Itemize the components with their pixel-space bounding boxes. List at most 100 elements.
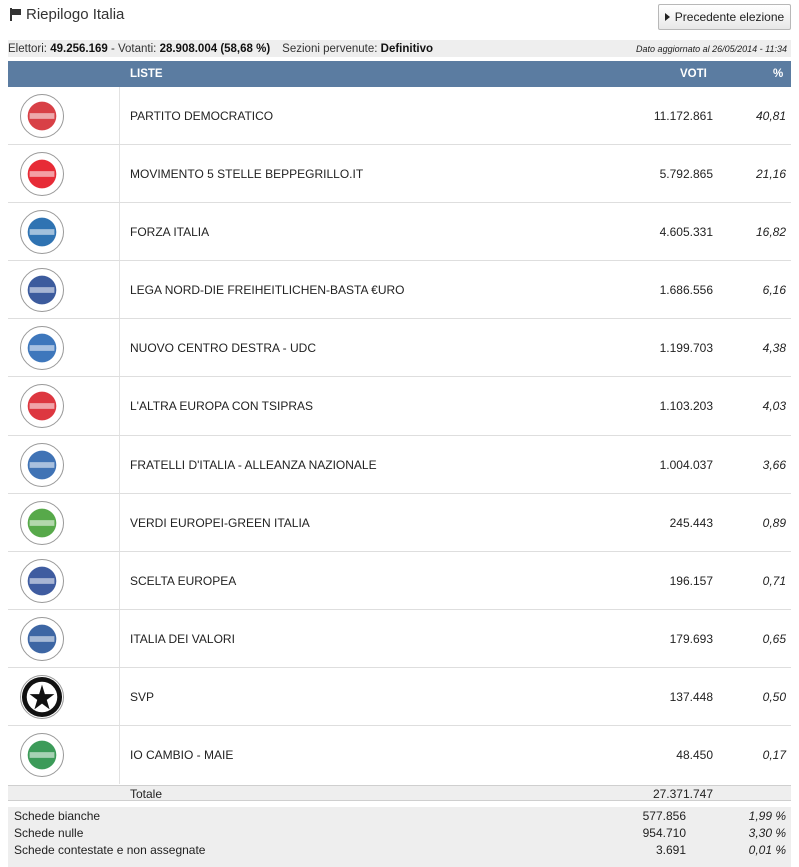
table-row: PARTITO DEMOCRATICO 11.172.861 40,81 bbox=[8, 87, 791, 146]
scelta-europea-logo bbox=[20, 558, 64, 603]
forza-italia-logo bbox=[20, 210, 64, 255]
results-table-body: PARTITO DEMOCRATICO 11.172.861 40,81 MOVIME… bbox=[8, 87, 791, 785]
ballot-stat-value: 577.856 bbox=[642, 809, 686, 823]
logo-cell bbox=[8, 203, 120, 261]
ncd-udc-logo bbox=[20, 326, 64, 371]
party-votes: 11.172.861 bbox=[653, 109, 713, 123]
summary-info-bar: Elettori: 49.256.169 - Votanti: 28.908.0… bbox=[8, 40, 791, 57]
ballot-stat-value: 954.710 bbox=[642, 826, 686, 840]
party-percentage: 3,66 bbox=[762, 457, 786, 472]
total-label: Totale bbox=[130, 787, 163, 801]
party-votes: 1.004.037 bbox=[659, 457, 713, 472]
party-name: PARTITO DEMOCRATICO bbox=[130, 109, 274, 123]
logo-cell bbox=[8, 667, 120, 726]
total-votes: 27.371.747 bbox=[652, 787, 713, 801]
col-header-liste: LISTE bbox=[130, 68, 163, 80]
party-votes: 245.443 bbox=[669, 515, 713, 530]
logo-cell bbox=[8, 493, 120, 551]
m5s-logo bbox=[20, 152, 64, 197]
ballot-stat-row: Schede bianche 577.856 1,99 % bbox=[8, 807, 791, 824]
party-votes: 1.686.556 bbox=[659, 283, 713, 298]
party-percentage: 0,71 bbox=[762, 573, 786, 588]
party-percentage: 21,16 bbox=[755, 167, 786, 182]
ballot-stat-pct: 1,99 % bbox=[748, 809, 786, 823]
party-name: IO CAMBIO - MAIE bbox=[130, 748, 234, 763]
col-header-pct: % bbox=[773, 68, 784, 80]
table-row: NUOVO CENTRO DESTRA - UDC 1.199.703 4,38 bbox=[8, 319, 791, 378]
party-name: FORZA ITALIA bbox=[130, 225, 210, 240]
party-percentage: 0,65 bbox=[762, 631, 786, 646]
ballot-stat-row: Schede contestate e non assegnate 3.691 0,… bbox=[8, 841, 791, 858]
party-percentage: 40,81 bbox=[755, 109, 786, 123]
table-row: MOVIMENTO 5 STELLE BEPPEGRILLO.IT 5.792.8… bbox=[8, 145, 791, 204]
party-percentage: 6,16 bbox=[762, 283, 786, 298]
ballot-stat-label: Schede bianche bbox=[14, 809, 101, 823]
table-row: FORZA ITALIA 4.605.331 16,82 bbox=[8, 203, 791, 262]
verdi-logo bbox=[20, 500, 64, 545]
logo-cell bbox=[8, 261, 120, 319]
table-row: SCELTA EUROPEA 196.157 0,71 bbox=[8, 551, 791, 610]
logo-cell bbox=[8, 87, 120, 145]
votanti-label: - Votanti: bbox=[110, 42, 157, 55]
logo-cell bbox=[8, 377, 120, 435]
lega-nord-logo bbox=[20, 268, 64, 313]
party-name: SVP bbox=[130, 689, 155, 704]
table-row: SVP 137.448 0,50 bbox=[8, 667, 791, 727]
party-percentage: 4,38 bbox=[762, 341, 786, 356]
tsipras-logo bbox=[20, 384, 64, 429]
party-name: FRATELLI D'ITALIA - ALLEANZA NAZIONALE bbox=[130, 457, 377, 472]
party-name: MOVIMENTO 5 STELLE BEPPEGRILLO.IT bbox=[130, 167, 364, 182]
party-votes: 196.157 bbox=[669, 573, 713, 588]
party-votes: 179.693 bbox=[669, 631, 713, 646]
table-row: L'ALTRA EUROPA CON TSIPRAS 1.103.203 4,03 bbox=[8, 377, 791, 436]
svp-logo bbox=[20, 674, 64, 719]
party-votes: 1.199.703 bbox=[659, 341, 713, 356]
col-header-voti: VOTI bbox=[680, 68, 707, 80]
party-name: LEGA NORD-DIE FREIHEITLICHEN-BASTA €URO bbox=[130, 283, 405, 298]
party-name: NUOVO CENTRO DESTRA - UDC bbox=[130, 341, 317, 356]
table-row: ITALIA DEI VALORI 179.693 0,65 bbox=[8, 609, 791, 668]
results-table-header: LISTE VOTI % bbox=[8, 61, 791, 87]
ballot-stat-label: Schede nulle bbox=[14, 826, 84, 840]
party-name: VERDI EUROPEI-GREEN ITALIA bbox=[130, 515, 310, 530]
total-row: Totale 27.371.747 bbox=[8, 785, 791, 801]
party-percentage: 16,82 bbox=[755, 225, 786, 240]
last-updated: Dato aggiornato al 26/05/2014 - 11:34 bbox=[636, 43, 787, 54]
ballot-stat-pct: 3,30 % bbox=[748, 826, 786, 840]
previous-election-button[interactable]: Precedente elezione bbox=[658, 4, 791, 30]
fratelli-italia-logo bbox=[20, 442, 64, 487]
table-row: VERDI EUROPEI-GREEN ITALIA 245.443 0,89 bbox=[8, 493, 791, 552]
logo-cell bbox=[8, 319, 120, 377]
table-row: LEGA NORD-DIE FREIHEITLICHEN-BASTA €URO 1… bbox=[8, 261, 791, 320]
party-votes: 4.605.331 bbox=[659, 225, 713, 240]
table-row: IO CAMBIO - MAIE 48.450 0,17 bbox=[8, 726, 791, 785]
party-percentage: 4,03 bbox=[762, 399, 786, 414]
logo-cell bbox=[8, 726, 120, 785]
party-percentage: 0,17 bbox=[762, 748, 786, 763]
page-title-text: Riepilogo Italia bbox=[26, 6, 125, 23]
elettori-label: Elettori: bbox=[8, 42, 47, 55]
page-header: Riepilogo Italia Precedente elezione bbox=[0, 0, 799, 40]
sezioni-label: Sezioni pervenute: bbox=[282, 42, 378, 55]
previous-election-label: Precedente elezione bbox=[674, 10, 785, 24]
logo-cell bbox=[8, 145, 120, 203]
ballot-stat-row: Schede nulle 954.710 3,30 % bbox=[8, 824, 791, 841]
table-row: FRATELLI D'ITALIA - ALLEANZA NAZIONALE 1.… bbox=[8, 435, 791, 494]
party-name: L'ALTRA EUROPA CON TSIPRAS bbox=[130, 399, 314, 414]
ballot-stat-label: Schede contestate e non assegnate bbox=[14, 843, 206, 857]
elettori-value: 49.256.169 bbox=[50, 42, 108, 55]
flag-icon bbox=[10, 8, 22, 21]
ballot-stats: Schede bianche 577.856 1,99 % Schede nulle 9… bbox=[8, 807, 791, 867]
chevron-right-icon bbox=[664, 13, 670, 21]
party-votes: 1.103.203 bbox=[659, 399, 713, 414]
idv-logo bbox=[20, 616, 64, 661]
votanti-value: 28.908.004 (58,68 %) bbox=[159, 42, 271, 55]
party-percentage: 0,50 bbox=[762, 689, 786, 704]
logo-cell bbox=[8, 435, 120, 493]
party-name: SCELTA EUROPEA bbox=[130, 573, 237, 588]
party-name: ITALIA DEI VALORI bbox=[130, 631, 235, 646]
pd-logo bbox=[20, 94, 64, 138]
logo-cell bbox=[8, 609, 120, 667]
io-cambio-logo bbox=[20, 733, 64, 778]
party-percentage: 0,89 bbox=[762, 515, 786, 530]
